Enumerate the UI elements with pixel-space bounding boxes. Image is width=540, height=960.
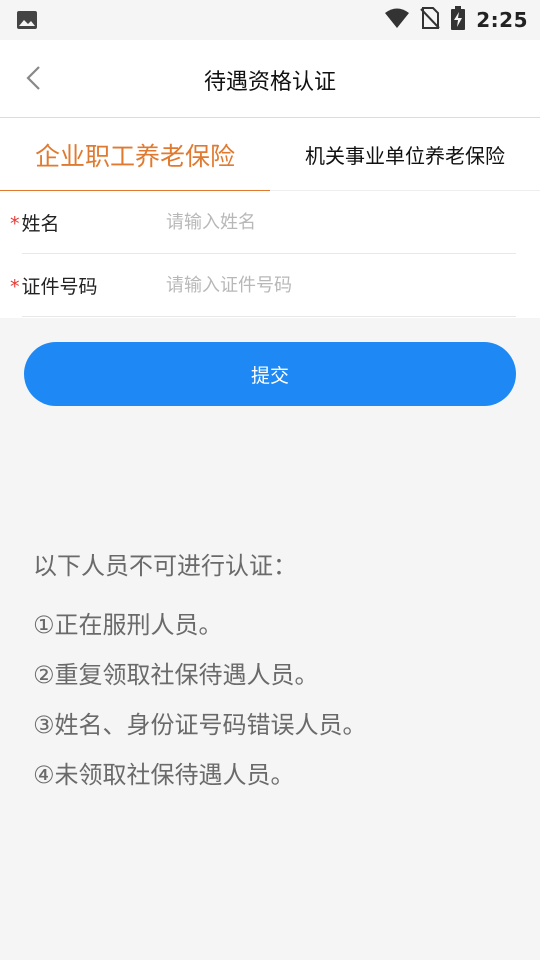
page-title: 待遇资格认证	[203, 70, 336, 95]
id-number-input[interactable]	[166, 270, 496, 300]
status-icons: 2:25	[384, 6, 528, 34]
submit-button[interactable]: 提交	[24, 342, 516, 406]
name-label-text: 姓名	[21, 213, 60, 235]
id-number-label-text: 证件号码	[21, 276, 98, 298]
required-mark: *	[10, 276, 20, 298]
no-sim-icon	[420, 7, 440, 33]
image-icon	[16, 9, 38, 31]
battery-charging-icon	[450, 6, 466, 34]
list-item: ①正在服刑人员。	[33, 611, 223, 639]
list-item: ④未领取社保待遇人员。	[33, 761, 295, 789]
tab-institution-pension[interactable]: 机关事业单位养老保险	[270, 118, 540, 191]
tab-label: 企业职工养老保险	[34, 141, 235, 171]
name-input[interactable]	[166, 207, 496, 237]
required-mark: *	[10, 213, 20, 235]
name-row: * 姓名	[10, 191, 516, 254]
certification-form: * 姓名 * 证件号码	[0, 191, 540, 318]
id-number-row: * 证件号码	[10, 254, 516, 317]
tab-enterprise-pension[interactable]: 企业职工养老保险	[0, 118, 270, 192]
ineligible-notice: 以下人员不可进行认证： ①正在服刑人员。 ②重复领取社保待遇人员。 ③姓名、身份…	[33, 546, 513, 800]
tab-bar: 企业职工养老保险 机关事业单位养老保险	[0, 118, 540, 192]
id-number-label: * 证件号码	[10, 272, 98, 299]
list-item: ②重复领取社保待遇人员。	[33, 661, 319, 689]
tab-label: 机关事业单位养老保险	[305, 144, 505, 168]
wifi-icon	[384, 7, 410, 33]
list-item: ③姓名、身份证号码错误人员。	[33, 711, 367, 739]
app-header: 待遇资格认证	[0, 40, 540, 118]
status-time: 2:25	[476, 8, 528, 32]
name-label: * 姓名	[10, 209, 60, 236]
notice-title: 以下人员不可进行认证：	[33, 552, 297, 580]
status-bar: 2:25	[0, 0, 540, 40]
